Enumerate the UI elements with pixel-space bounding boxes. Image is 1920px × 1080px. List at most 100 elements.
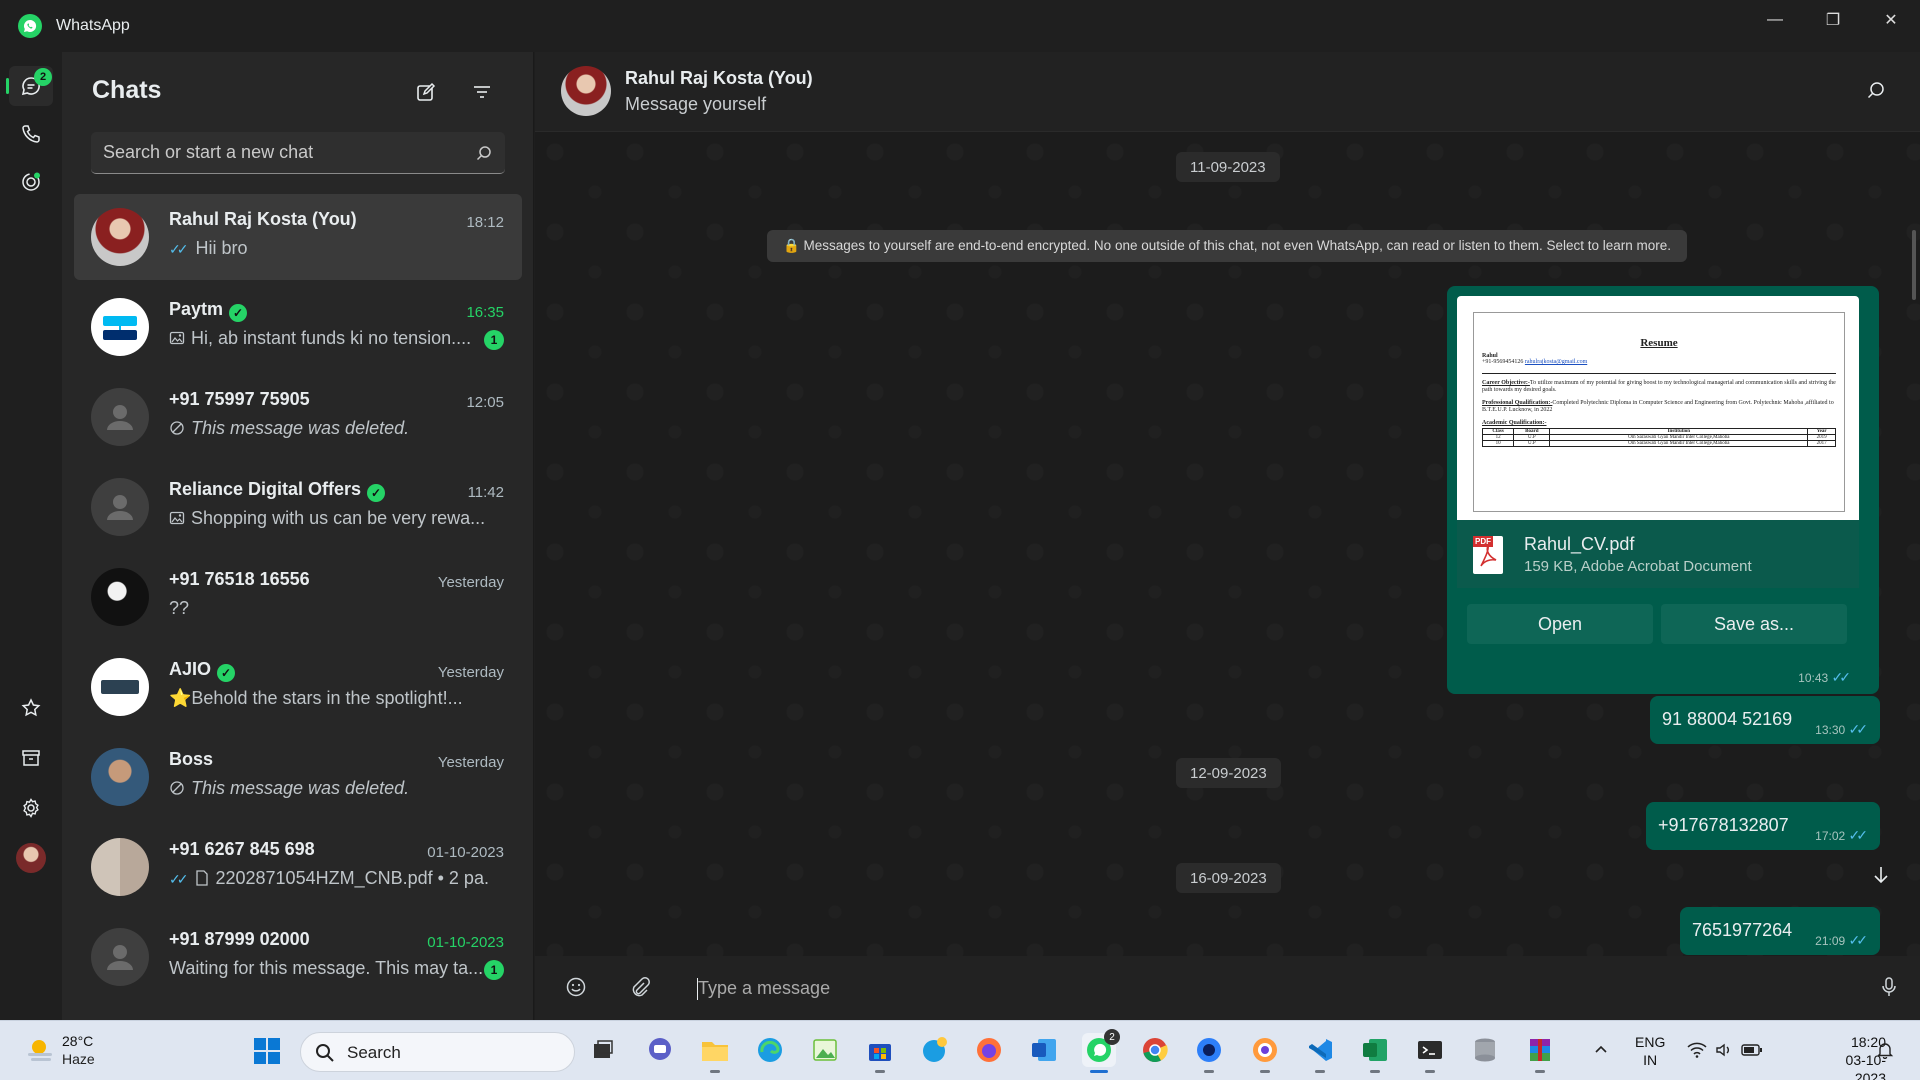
system-tray-quick-settings[interactable] <box>1680 1033 1770 1067</box>
starred-nav-button[interactable] <box>9 688 53 728</box>
attach-button[interactable] <box>629 976 651 1003</box>
filter-button[interactable] <box>468 78 496 106</box>
database-app[interactable] <box>1468 1033 1502 1067</box>
search-input[interactable] <box>91 142 451 163</box>
open-document-button[interactable]: Open <box>1467 604 1653 644</box>
chat-item-paytm[interactable]: Paytm ✓ 16:35 Hi, ab instant funds ki no … <box>74 284 522 370</box>
doc-acad-label: Academic Qualification:- <box>1482 420 1547 426</box>
start-button[interactable] <box>253 1037 281 1070</box>
chat-item-rahul-raj-kosta[interactable]: Rahul Raj Kosta (You) 18:12 ✓✓ Hii bro <box>74 194 522 280</box>
chat-preview-text: Hi, ab instant funds ki no tension.... <box>191 328 472 348</box>
chat-item-ajio[interactable]: AJIO ✓ Yesterday ⭐Behold the stars in the… <box>74 644 522 730</box>
chat-name: +91 75997 75905 <box>169 389 310 409</box>
chat-item-boss[interactable]: Boss Yesterday This message was deleted. <box>74 734 522 820</box>
photos-app[interactable] <box>808 1033 842 1067</box>
ajio-logo <box>91 658 149 716</box>
chat-item-reliance-digital-offers[interactable]: Reliance Digital Offers ✓ 11:42 Shopping … <box>74 464 522 550</box>
firefox-app[interactable] <box>972 1033 1006 1067</box>
default-avatar <box>91 928 149 986</box>
chat-item-919799775905[interactable]: +91 75997 75905 12:05 This message was d… <box>74 374 522 460</box>
emoji-button[interactable] <box>565 976 587 1003</box>
taskbar-search[interactable]: Search <box>300 1032 575 1072</box>
scroll-to-bottom-button[interactable] <box>1870 864 1892 891</box>
chat-time: 12:05 <box>466 394 504 411</box>
chat-item-917651816556[interactable]: +91 76518 16556 Yesterday ?? <box>74 554 522 640</box>
navigation-rail: 2 <box>0 52 62 1020</box>
contact-avatar[interactable] <box>561 66 611 116</box>
terminal-app[interactable] <box>1413 1033 1447 1073</box>
document-message[interactable]: Resume Rahul +91-9569454126 rahulrajkost… <box>1447 286 1879 694</box>
task-view-button[interactable] <box>586 1033 620 1067</box>
chat-item-916267845698[interactable]: +91 6267 845 698 01-10-2023 ✓✓ 220287105… <box>74 824 522 910</box>
chat-name: Paytm ✓ <box>169 299 248 322</box>
weather-condition: Haze <box>62 1051 95 1067</box>
winrar-app[interactable] <box>1523 1033 1557 1073</box>
whatsapp-app[interactable]: 2 <box>1082 1029 1120 1073</box>
archived-nav-button[interactable] <box>9 738 53 778</box>
notifications-button[interactable] <box>1870 1033 1900 1067</box>
firefox-dev-app[interactable] <box>1192 1033 1226 1073</box>
archive-icon <box>22 750 40 766</box>
bell-icon <box>1876 1043 1894 1059</box>
calls-nav-button[interactable] <box>9 114 53 154</box>
microsoft-store-app[interactable] <box>863 1033 897 1073</box>
chrome-app[interactable] <box>1138 1033 1172 1067</box>
haze-weather-icon <box>28 1040 52 1061</box>
message-time-text: 21:09 <box>1815 934 1846 948</box>
text-message[interactable]: 91 88004 52169 13:30 ✓✓ <box>1650 696 1880 744</box>
status-nav-button[interactable] <box>9 162 53 202</box>
language-indicator[interactable]: ENG IN <box>1635 1033 1665 1069</box>
restore-button[interactable]: ❐ <box>1804 0 1862 40</box>
paytm-upi-icon <box>103 316 137 340</box>
edge-browser-icon <box>758 1038 782 1062</box>
save-as-button[interactable]: Save as... <box>1661 604 1847 644</box>
text-message[interactable]: 7651977264 21:09 ✓✓ <box>1680 907 1880 955</box>
text-message[interactable]: +917678132807 17:02 ✓✓ <box>1646 802 1880 850</box>
weather-widget[interactable]: 28°C Haze <box>22 1031 132 1071</box>
microphone-icon <box>1882 977 1896 996</box>
search-in-chat-button[interactable] <box>1866 80 1886 105</box>
message-time: 17:02 ✓✓ <box>1815 827 1870 844</box>
database-icon <box>1475 1038 1495 1062</box>
folder-icon <box>702 1042 728 1061</box>
region-code: IN <box>1643 1052 1658 1068</box>
taskbar-search-label: Search <box>347 1043 401 1062</box>
terminal-icon <box>1418 1041 1442 1059</box>
settings-nav-button[interactable] <box>9 788 53 828</box>
minimize-button[interactable]: — <box>1746 0 1804 40</box>
profile-nav-button[interactable] <box>9 838 53 878</box>
chat-time: Yesterday <box>437 574 504 591</box>
browser-app[interactable] <box>1248 1033 1282 1073</box>
doc-objective-text: To utilize maximum of my potential for g… <box>1482 380 1836 393</box>
vscode-app[interactable] <box>1303 1033 1337 1073</box>
document-preview[interactable]: Resume Rahul +91-9569454126 rahulrajkost… <box>1457 296 1859 520</box>
close-button[interactable]: ✕ <box>1862 0 1920 40</box>
search-icon <box>316 1044 334 1062</box>
excel-app[interactable] <box>1358 1033 1392 1073</box>
filter-icon <box>474 86 490 98</box>
message-scrollbar[interactable] <box>1912 230 1916 300</box>
chats-nav-button[interactable]: 2 <box>6 66 53 106</box>
doc-objective-label: Career Objective:- <box>1482 380 1530 386</box>
chats-heading: Chats <box>92 76 162 104</box>
chat-item-918799902000[interactable]: +91 87999 02000 01-10-2023 Waiting for t… <box>74 914 522 1000</box>
chat-name-text: AJIO <box>169 659 212 679</box>
conversation-header[interactable]: Rahul Raj Kosta (You) Message yourself <box>535 52 1920 132</box>
teams-chat-app[interactable] <box>643 1033 677 1067</box>
store-icon <box>869 1044 891 1061</box>
photos-icon <box>813 1039 837 1061</box>
word-app[interactable] <box>1027 1033 1061 1067</box>
profile-avatar <box>16 843 46 873</box>
new-chat-button[interactable] <box>412 78 440 106</box>
windows-taskbar: 28°C Haze Search 2 ENG IN 18:20 03-10-2023 <box>0 1020 1920 1080</box>
emoji-icon <box>566 977 586 997</box>
image-icon <box>169 331 185 345</box>
voice-message-button[interactable] <box>1878 976 1900 1003</box>
help-app[interactable] <box>918 1033 952 1067</box>
doc-table-cell: Om Saraswati Gyan Mandir Inter College,M… <box>1549 440 1809 447</box>
encryption-notice[interactable]: 🔒 Messages to yourself are end-to-end en… <box>767 230 1687 262</box>
edge-app[interactable] <box>753 1033 787 1067</box>
file-explorer-app[interactable] <box>698 1033 732 1073</box>
message-input[interactable] <box>698 970 1798 1006</box>
show-hidden-icons-button[interactable] <box>1584 1033 1618 1067</box>
